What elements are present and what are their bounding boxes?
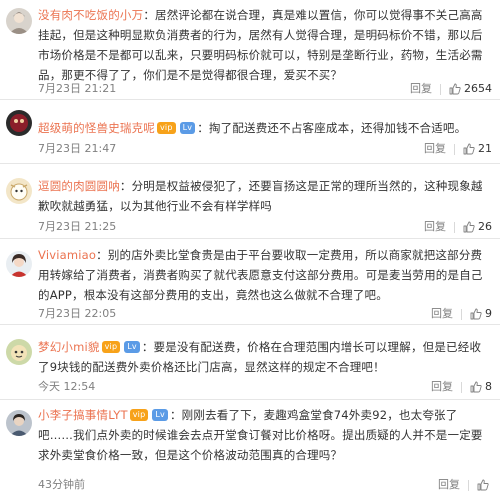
comment-item: 没有肉不吃饭的小万：居然评论都在说合理，真是难以置信，你可以觉得事不关己高高挂起…: [0, 0, 500, 100]
comment-item: 小李子搞事情LYT vip Lv ：刚刚去看了下，麦趣鸡盒堂食74外卖92，也太夸张了…: [0, 400, 500, 500]
comment-item: Viviamiao：别的店外卖比堂食贵是由于平台要收取一定费用，所以商家就把这部…: [0, 239, 500, 325]
avatar[interactable]: [6, 8, 32, 34]
reply-button[interactable]: 回复: [431, 378, 453, 396]
comment-meta: 7月23日 21:21 回复 2654: [38, 80, 492, 98]
avatar[interactable]: [6, 110, 32, 136]
reply-button[interactable]: 回复: [424, 218, 446, 236]
comment-text: 超级萌的怪兽史瑞克呢 vip Lv ：掏了配送费还不占客座成本，还得加钱不合适吧。: [38, 118, 492, 138]
comment-text: 梦幻小mi貌 vip Lv ：要是没有配送费，价格在合理范围内增长可以理解，但是已经收…: [38, 337, 492, 377]
comment-actions: 回复 2654: [410, 80, 492, 98]
divider: [468, 479, 469, 491]
comment-item: 超级萌的怪兽史瑞克呢 vip Lv ：掏了配送费还不占客座成本，还得加钱不合适吧。 7…: [0, 100, 500, 164]
timestamp: 7月23日 21:21: [38, 82, 117, 95]
username-link[interactable]: 梦幻小mi貌: [38, 340, 100, 354]
comment-text: Viviamiao：别的店外卖比堂食贵是由于平台要收取一定费用，所以商家就把这部…: [38, 245, 492, 305]
comment-actions: 回复 26: [424, 218, 492, 236]
vip-badge: vip: [157, 121, 176, 134]
timestamp: 43分钟前: [38, 478, 85, 491]
reply-button[interactable]: 回复: [424, 140, 446, 158]
vip-badge: vip: [101, 340, 121, 353]
comment-body: ：别的店外卖比堂食贵是由于平台要收取一定费用，所以商家就把这部分费用转嫁给了消费…: [38, 248, 483, 302]
like-button[interactable]: 8: [470, 378, 492, 396]
comment-actions: 回复 9: [431, 305, 492, 323]
divider: [461, 381, 462, 393]
thumbs-up-icon: [449, 83, 461, 95]
comment-actions: 回复 8: [431, 378, 492, 396]
timestamp: 7月23日 22:05: [38, 307, 117, 320]
reply-button[interactable]: 回复: [410, 80, 432, 98]
comment-item: 逗圆的肉圆圆呐：分明是权益被侵犯了，还要盲扬这是正常的理所当然的，这种现象越歉吹…: [0, 164, 500, 239]
like-button[interactable]: 21: [463, 140, 492, 158]
username-link[interactable]: 超级萌的怪兽史瑞克呢: [38, 121, 155, 135]
comment-meta: 43分钟前 回复: [38, 476, 492, 494]
vip-badge: vip: [129, 408, 149, 421]
level-badge: Lv: [124, 340, 140, 353]
avatar[interactable]: [6, 339, 32, 365]
username-link[interactable]: Viviamiao: [38, 248, 96, 262]
like-button[interactable]: 9: [470, 305, 492, 323]
comment-meta: 7月23日 21:25 回复 26: [38, 218, 492, 236]
thumbs-up-icon: [470, 381, 482, 393]
avatar[interactable]: [6, 178, 32, 204]
comment-meta: 7月23日 22:05 回复 9: [38, 305, 492, 323]
timestamp: 7月23日 21:47: [38, 142, 117, 155]
comment-text: 逗圆的肉圆圆呐：分明是权益被侵犯了，还要盲扬这是正常的理所当然的，这种现象越歉吹…: [38, 176, 492, 216]
like-button[interactable]: 26: [463, 218, 492, 236]
like-button[interactable]: [477, 479, 492, 491]
like-count: 9: [485, 307, 492, 320]
timestamp: 今天 12:54: [38, 380, 96, 393]
like-count: 26: [478, 220, 492, 233]
thumbs-up-icon: [463, 221, 475, 233]
comment-text: 小李子搞事情LYT vip Lv ：刚刚去看了下，麦趣鸡盒堂食74外卖92，也太夸张了…: [38, 405, 492, 465]
comment-text: 没有肉不吃饭的小万：居然评论都在说合理，真是难以置信，你可以觉得事不关己高高挂起…: [38, 5, 492, 85]
comment-meta: 7月23日 21:47 回复 21: [38, 140, 492, 158]
avatar[interactable]: [6, 251, 32, 277]
reply-button[interactable]: 回复: [438, 476, 460, 494]
avatar[interactable]: [6, 410, 32, 436]
username-link[interactable]: 小李子搞事情LYT: [38, 408, 128, 422]
like-button[interactable]: 2654: [449, 80, 492, 98]
divider: [454, 221, 455, 233]
reply-button[interactable]: 回复: [431, 305, 453, 323]
timestamp: 7月23日 21:25: [38, 220, 117, 233]
username-link[interactable]: 逗圆的肉圆圆呐: [38, 179, 120, 193]
thumbs-up-icon: [477, 479, 489, 491]
divider: [440, 83, 441, 95]
level-badge: Lv: [179, 121, 196, 134]
level-badge: Lv: [152, 408, 168, 421]
comment-meta: 今天 12:54 回复 8: [38, 378, 492, 396]
divider: [461, 308, 462, 320]
divider: [454, 143, 455, 155]
comment-actions: 回复 21: [424, 140, 492, 158]
like-count: 21: [478, 142, 492, 155]
comment-body: ：掏了配送费还不占客座成本，还得加钱不合适吧。: [197, 121, 467, 135]
comment-item: 梦幻小mi貌 vip Lv ：要是没有配送费，价格在合理范围内增长可以理解，但是已经收…: [0, 325, 500, 400]
thumbs-up-icon: [463, 143, 475, 155]
like-count: 2654: [464, 82, 492, 95]
like-count: 8: [485, 380, 492, 393]
comment-actions: 回复: [438, 476, 492, 494]
username-link[interactable]: 没有肉不吃饭的小万: [38, 8, 143, 22]
thumbs-up-icon: [470, 308, 482, 320]
